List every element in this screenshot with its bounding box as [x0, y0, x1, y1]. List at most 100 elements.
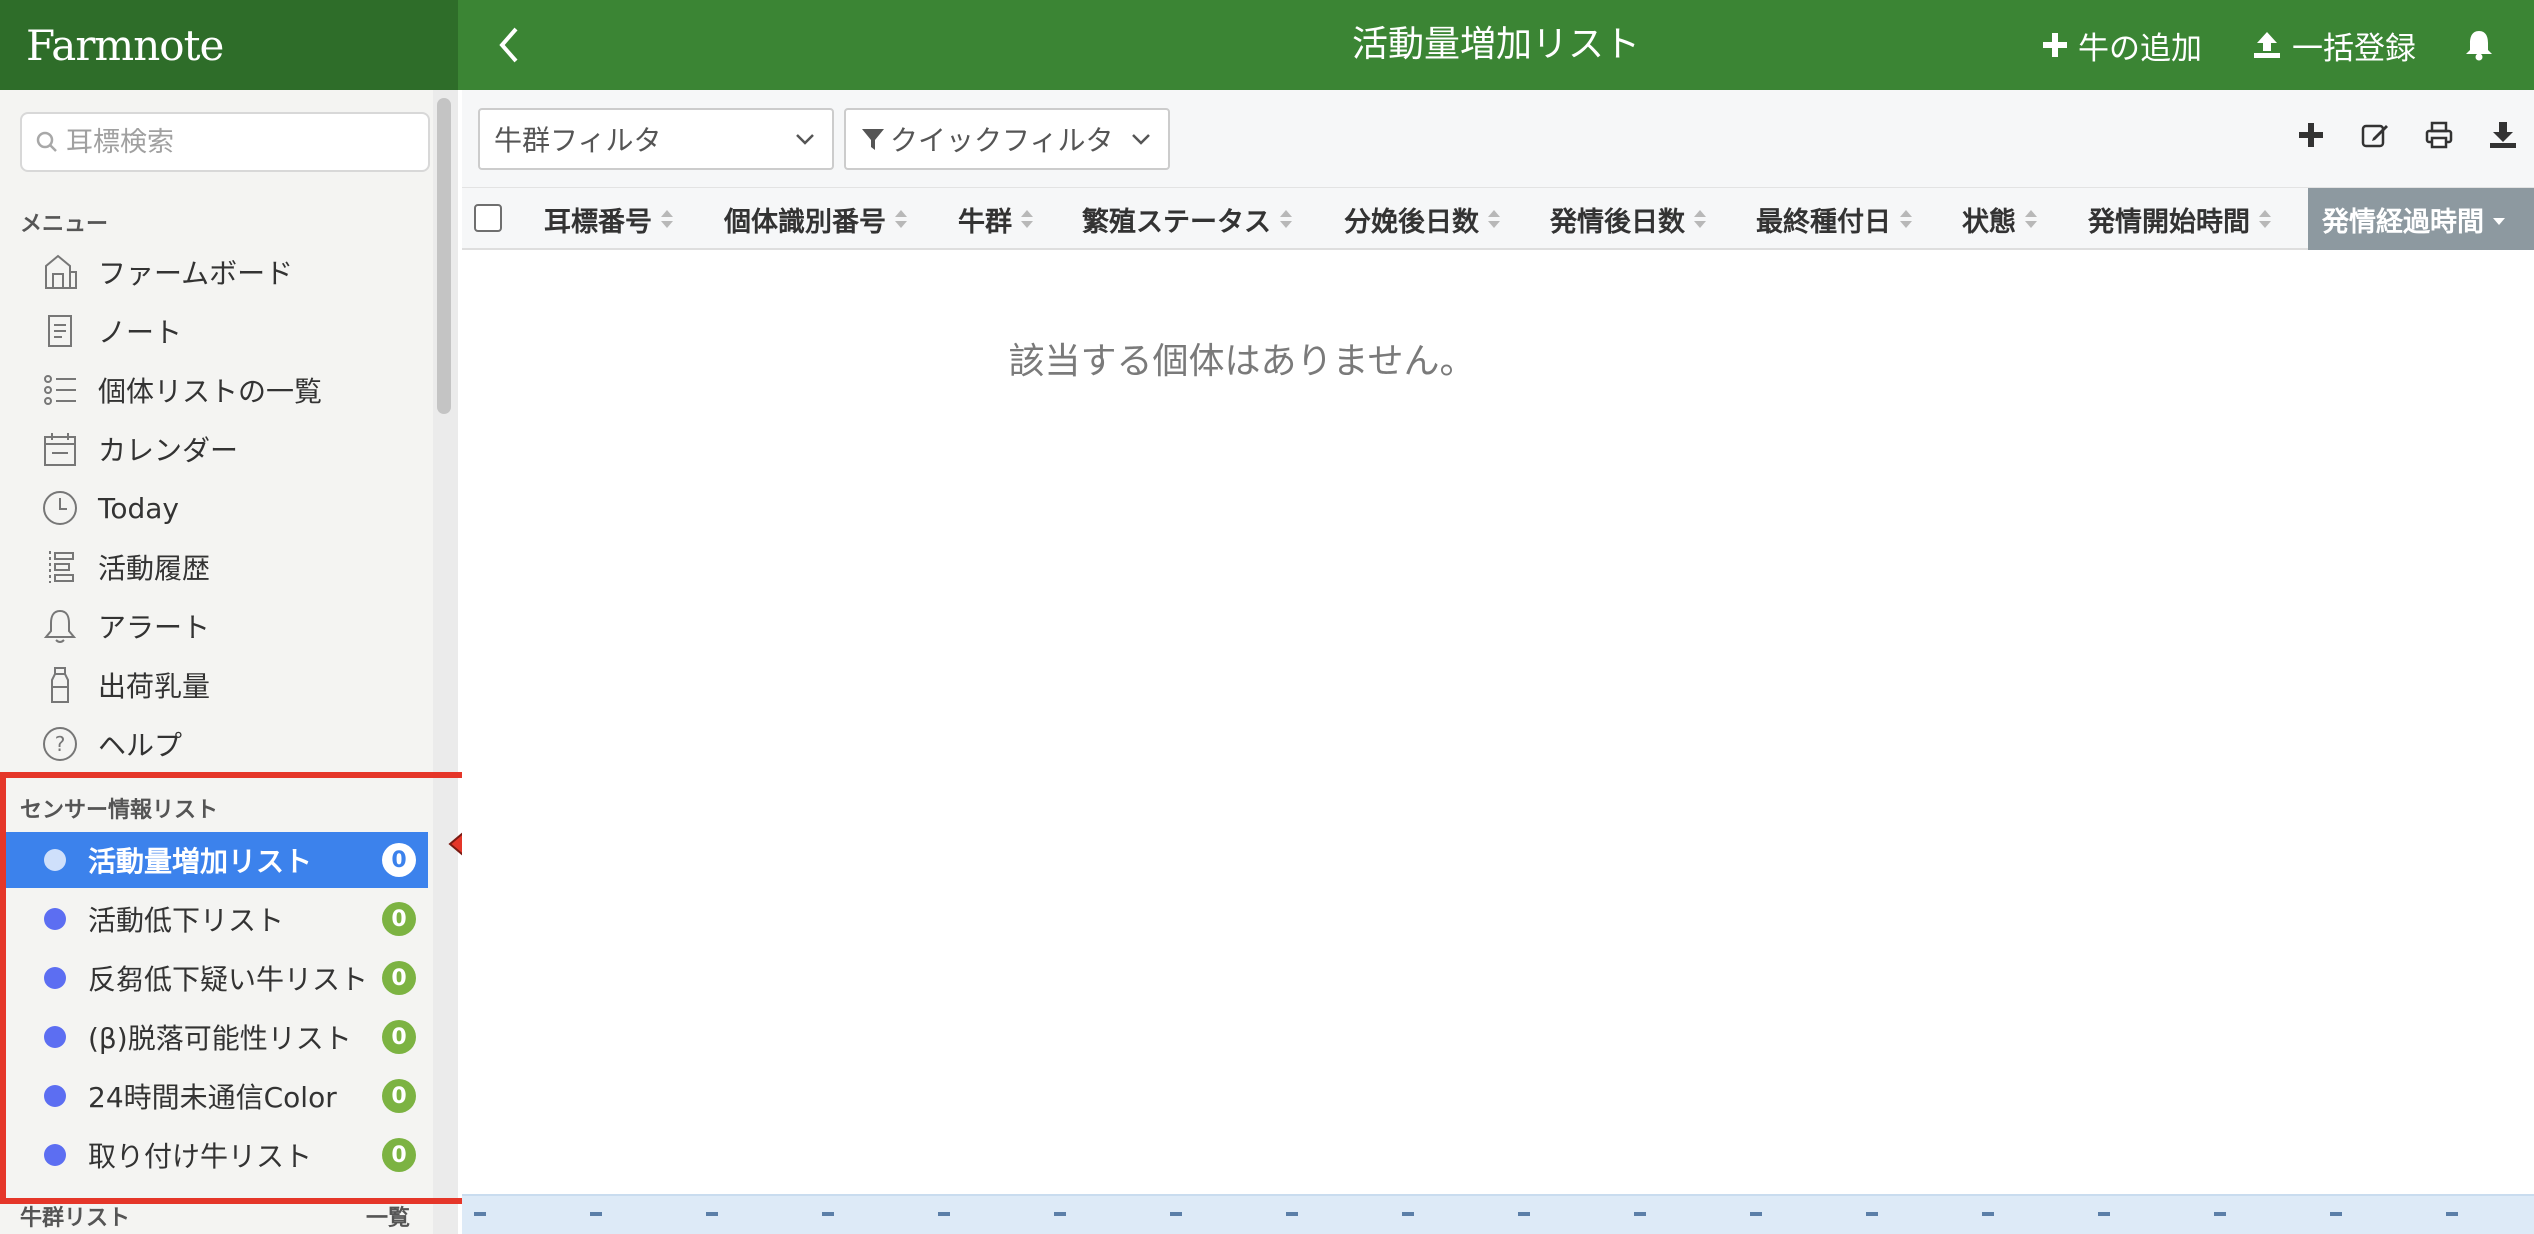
count-badge: 0 [382, 1138, 416, 1172]
page-title: 活動量増加リスト [1351, 24, 1640, 65]
herd-filter-select[interactable]: 牛群フィルタ [478, 108, 834, 170]
column-header[interactable]: 最終種付日 [1756, 188, 1913, 250]
sensor-item-rumination-decrease[interactable]: 反芻低下疑い牛リスト 0 [4, 950, 428, 1006]
column-header-label: 耳標番号 [544, 206, 652, 238]
herd-list-label: 牛群リスト [20, 1206, 131, 1231]
sensor-item-label: (β)脱落可能性リスト [88, 1022, 352, 1055]
strip-dash [822, 1212, 834, 1216]
menu-label: 活動履歴 [98, 552, 211, 585]
column-header-sorted[interactable]: 発情経過時間 [2308, 188, 2534, 250]
column-header[interactable]: 状態 [1962, 188, 2038, 250]
menu-item-individual-lists[interactable]: 個体リストの一覧 [0, 362, 430, 418]
chevron-down-icon [1132, 134, 1150, 145]
back-button[interactable] [484, 18, 534, 72]
bulk-register-button[interactable]: 一括登録 [2252, 22, 2416, 68]
column-header[interactable]: 発情後日数 [1550, 188, 1707, 250]
menu-item-alert[interactable]: アラート [0, 598, 430, 654]
logo-area[interactable]: Farmnote [0, 0, 458, 90]
strip-dash [706, 1212, 718, 1216]
bell-icon [38, 604, 82, 648]
bulk-register-label: 一括登録 [2292, 30, 2416, 67]
menu-item-note[interactable]: ノート [0, 303, 430, 359]
strip-dash [1170, 1212, 1182, 1216]
notification-button[interactable] [2464, 22, 2504, 68]
column-header[interactable]: 個体識別番号 [724, 188, 908, 250]
sort-icon [661, 210, 673, 228]
menu-label: カレンダー [98, 434, 239, 467]
add-row-button[interactable] [2296, 120, 2326, 150]
column-header[interactable]: 牛群 [958, 188, 1034, 250]
sensor-item-no-communication-24h[interactable]: 24時間未通信Color 0 [4, 1068, 428, 1124]
count-badge: 0 [382, 1020, 416, 1054]
sort-icon [1021, 210, 1033, 228]
print-button[interactable] [2424, 120, 2454, 150]
search-input[interactable] [66, 126, 406, 158]
column-header[interactable]: 耳標番号 [544, 188, 674, 250]
strip-dash [2330, 1212, 2342, 1216]
column-header-label: 繁殖ステータス [1082, 206, 1271, 238]
note-icon [38, 309, 82, 353]
list-icon [38, 368, 82, 412]
bullet-icon [44, 1144, 66, 1166]
add-cow-button[interactable]: 牛の追加 [2042, 22, 2202, 68]
milk-bottle-icon [38, 663, 82, 707]
sensor-item-activity-decrease[interactable]: 活動低下リスト 0 [4, 891, 428, 947]
bullet-icon [44, 1085, 66, 1107]
sensor-item-label: 取り付け牛リスト [88, 1140, 313, 1173]
menu-label: 個体リストの一覧 [98, 375, 323, 408]
sensor-item-activity-increase[interactable]: 活動量増加リスト 0 [4, 832, 428, 888]
strip-dash [1982, 1212, 1994, 1216]
count-badge: 0 [382, 902, 416, 936]
column-header[interactable]: 分娩後日数 [1344, 188, 1501, 250]
sort-icon [1280, 210, 1292, 228]
column-header-label: 発情経過時間 [2322, 206, 2484, 238]
sort-icon [895, 210, 907, 228]
empty-table-message: 該当する個体はありません。 [1008, 341, 1476, 382]
help-icon: ? [38, 722, 82, 766]
strip-dash [1054, 1212, 1066, 1216]
strip-dash [1402, 1212, 1414, 1216]
edit-icon [2361, 124, 2388, 148]
edit-button[interactable] [2360, 120, 2390, 150]
strip-dash [1518, 1212, 1530, 1216]
column-header[interactable]: 発情開始時間 [2088, 188, 2272, 250]
select-all-checkbox[interactable] [474, 204, 502, 232]
bullet-icon [44, 1026, 66, 1048]
download-icon [2490, 122, 2516, 148]
menu-label: アラート [98, 611, 211, 644]
sensor-item-possible-detachment[interactable]: (β)脱落可能性リスト 0 [4, 1009, 428, 1065]
farmnote-logo[interactable]: Farmnote [26, 21, 224, 70]
sensor-section-label: センサー情報リスト [20, 798, 219, 823]
menu-item-calendar[interactable]: カレンダー [0, 421, 430, 477]
strip-dash [590, 1212, 602, 1216]
calendar-icon [38, 427, 82, 471]
column-header-label: 発情開始時間 [2088, 206, 2250, 238]
bullet-icon [44, 849, 66, 871]
download-button[interactable] [2488, 120, 2518, 150]
column-header[interactable]: 繁殖ステータス [1082, 188, 1293, 250]
menu-item-activity-history[interactable]: 活動履歴 [0, 539, 430, 595]
menu-label: 出荷乳量 [98, 670, 211, 703]
sidebar: メニュー ファームボード ノート 個体リストの一覧 カレンダー Today [0, 90, 458, 1234]
plus-icon [2043, 33, 2067, 57]
bullet-icon [44, 908, 66, 930]
sensor-item-label: 24時間未通信Color [88, 1081, 337, 1114]
ear-tag-search[interactable] [20, 112, 430, 172]
herd-filter-label: 牛群フィルタ [494, 124, 662, 157]
count-badge: 0 [382, 843, 416, 877]
top-header: Farmnote 活動量増加リスト 牛の追加 一括登録 [0, 0, 2534, 90]
column-header-label: 最終種付日 [1756, 206, 1891, 238]
sensor-item-attached-cows[interactable]: 取り付け牛リスト 0 [4, 1127, 428, 1183]
menu-item-help[interactable]: ? ヘルプ [0, 716, 430, 772]
menu-item-today[interactable]: Today [0, 480, 430, 536]
sort-icon [2259, 210, 2271, 228]
sidebar-scrollbar-thumb[interactable] [437, 98, 451, 414]
quick-filter-select[interactable]: クイックフィルタ [844, 108, 1170, 170]
strip-dash [938, 1212, 950, 1216]
table-header: 耳標番号 個体識別番号 牛群 繁殖ステータス 分娩後日数 発情後日数 最終種付日 [462, 188, 2534, 250]
herd-list-all-link[interactable]: 一覧 [366, 1200, 410, 1232]
toolbar-actions [2296, 120, 2518, 150]
menu-item-shipped-milk[interactable]: 出荷乳量 [0, 657, 430, 713]
menu-item-farm-board[interactable]: ファームボード [0, 244, 430, 300]
count-badge: 0 [382, 961, 416, 995]
